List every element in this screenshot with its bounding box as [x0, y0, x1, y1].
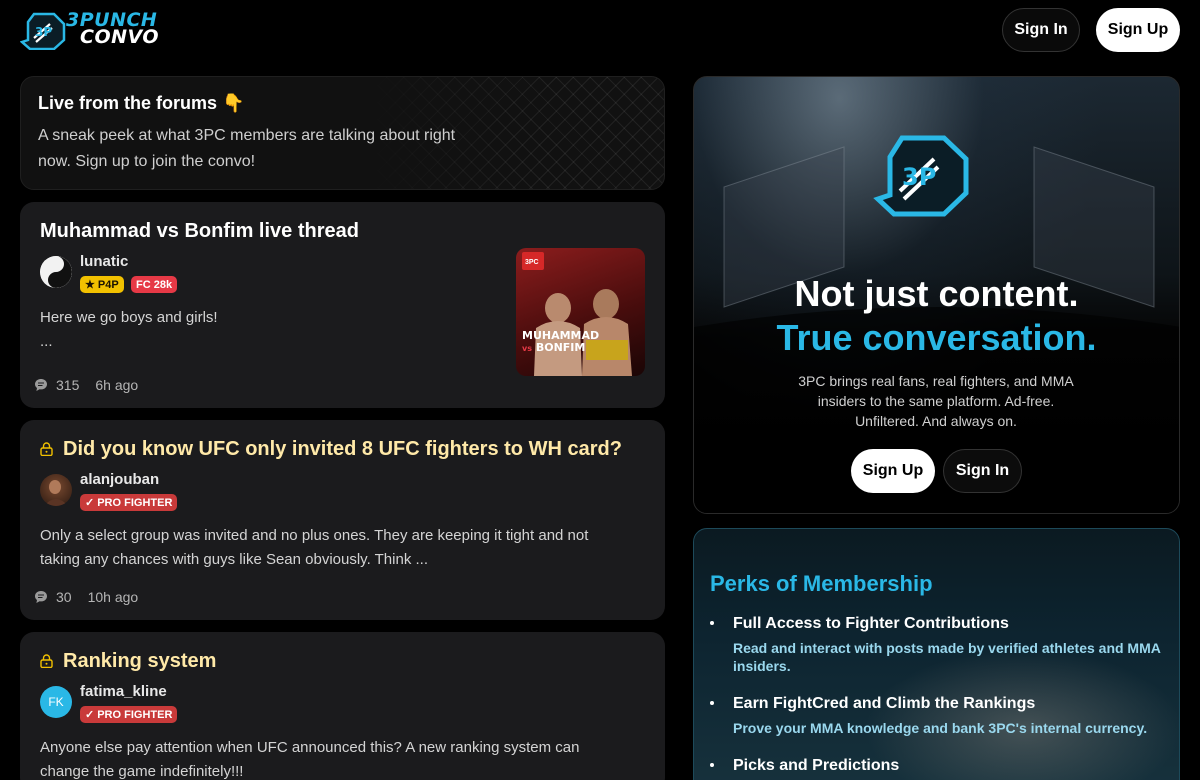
post-meta: 315 6h ago [32, 377, 138, 393]
user-photo-icon [44, 480, 68, 506]
fightcred-badge: FC 28k [131, 276, 178, 293]
check-icon: ✓ [85, 709, 95, 721]
promo-signin-button[interactable]: Sign In [943, 449, 1022, 493]
perk-title: Full Access to Fighter Contributions [733, 615, 1009, 632]
comment-count: 30 [56, 589, 72, 605]
bullet-icon [710, 763, 714, 767]
promo-signup-button[interactable]: Sign Up [851, 449, 935, 493]
post-title[interactable]: Ranking system [63, 650, 216, 673]
pro-fighter-badge: ✓ PRO FIGHTER [80, 494, 178, 511]
post-excerpt: Only a select group was invited and no p… [40, 524, 588, 572]
excerpt-line: Here we go boys and girls! [40, 309, 218, 326]
logo-wordmark: 3PUNCH CONVO [66, 11, 160, 48]
post-meta: 30 10h ago [32, 589, 138, 605]
star-icon: ★ [85, 279, 95, 291]
svg-text:3PC: 3PC [525, 259, 539, 266]
svg-text:3P: 3P [35, 25, 52, 39]
promo-description: 3PC brings real fans, real fighters, and… [798, 373, 1074, 429]
bullet-icon [710, 621, 714, 625]
perk-title: Earn FightCred and Climb the Rankings [733, 695, 1036, 712]
perk-description: Prove your MMA knowledge and bank 3PC's … [733, 720, 1148, 736]
comment-count: 315 [56, 377, 80, 393]
avatar[interactable] [40, 474, 72, 506]
header-signin-button[interactable]: Sign In [1002, 8, 1080, 52]
svg-text:3P: 3P [902, 163, 936, 191]
comment-icon [35, 591, 47, 603]
pro-fighter-badge: ✓ PRO FIGHTER [80, 706, 178, 723]
post-time: 10h ago [87, 589, 139, 605]
site-logo[interactable]: 3P 3PUNCH CONVO [20, 11, 182, 50]
banner-subtitle: A sneak peek at what 3PC members are tal… [38, 127, 456, 170]
perks-panel: Perks of Membership Full Access to Fight… [693, 528, 1180, 780]
post-title[interactable]: Did you know UFC only invited 8 UFC figh… [63, 438, 622, 461]
top-header: 3P 3PUNCH CONVO Sign In Sign Up [0, 0, 1200, 62]
perk-title: Picks and Predictions [733, 757, 900, 774]
fight-poster-image: 3PC [522, 252, 632, 376]
post-card[interactable]: Did you know UFC only invited 8 UFC figh… [20, 420, 665, 620]
post-excerpt: Anyone else pay attention when UFC annou… [40, 736, 580, 780]
perk-description: Read and interact with posts made by ver… [733, 640, 1161, 674]
post-card[interactable]: Ranking system FK fatima_kline ✓ PRO FIGH… [20, 632, 665, 780]
excerpt-line: Only a select group was invited and no p… [40, 527, 589, 544]
bullet-icon [710, 701, 714, 705]
excerpt-line: taking any chances with guys like Sean o… [40, 551, 428, 568]
badge-label: PRO FIGHTER [97, 708, 173, 721]
excerpt-line: ... [40, 333, 53, 350]
banner-title: Live from the forums 👇 [38, 93, 245, 113]
3pc-logo-icon: 3P [20, 12, 66, 50]
lock-icon [40, 442, 53, 456]
thumbnail-text: MUHAMMAD vs BONFIM [522, 330, 599, 355]
badge-label: PRO FIGHTER [97, 496, 173, 509]
promo-headline-accent: True conversation. [776, 317, 1097, 358]
badge-label: P4P [97, 278, 119, 291]
yin-yang-avatar-icon [40, 256, 72, 288]
post-excerpt: Here we go boys and girls! ... [40, 306, 218, 354]
post-username[interactable]: fatima_kline [80, 683, 167, 700]
perks-title: Perks of Membership [710, 571, 933, 596]
excerpt-line: change the game indefinitely!!! [40, 763, 244, 780]
avatar[interactable]: FK [40, 686, 72, 718]
post-card[interactable]: Muhammad vs Bonfim live thread lunatic ★… [20, 202, 665, 408]
thumbnail-name2: BONFIM [535, 341, 586, 354]
check-icon: ✓ [85, 497, 95, 509]
3pc-emblem-icon: 3P [873, 135, 969, 217]
comment-icon [35, 379, 47, 391]
logo-line2: CONVO [80, 26, 160, 48]
post-title[interactable]: Muhammad vs Bonfim live thread [40, 220, 359, 243]
header-signup-button[interactable]: Sign Up [1096, 8, 1180, 52]
thumbnail-vs: vs [522, 344, 532, 353]
avatar[interactable] [40, 256, 72, 288]
excerpt-line: Anyone else pay attention when UFC annou… [40, 739, 580, 756]
p4p-badge: ★ P4P [80, 276, 124, 293]
post-thumbnail[interactable]: 3PC MUHAMMAD vs BONFIM [516, 248, 645, 376]
post-username[interactable]: lunatic [80, 253, 128, 270]
lock-icon [40, 654, 53, 668]
forums-banner: Live from the forums 👇 A sneak peek at w… [20, 76, 665, 190]
signup-promo-panel: 3P Not just content. True conversation. … [693, 76, 1180, 514]
promo-headline: Not just content. [794, 273, 1079, 314]
post-time: 6h ago [95, 377, 139, 393]
post-username[interactable]: alanjouban [80, 471, 159, 488]
